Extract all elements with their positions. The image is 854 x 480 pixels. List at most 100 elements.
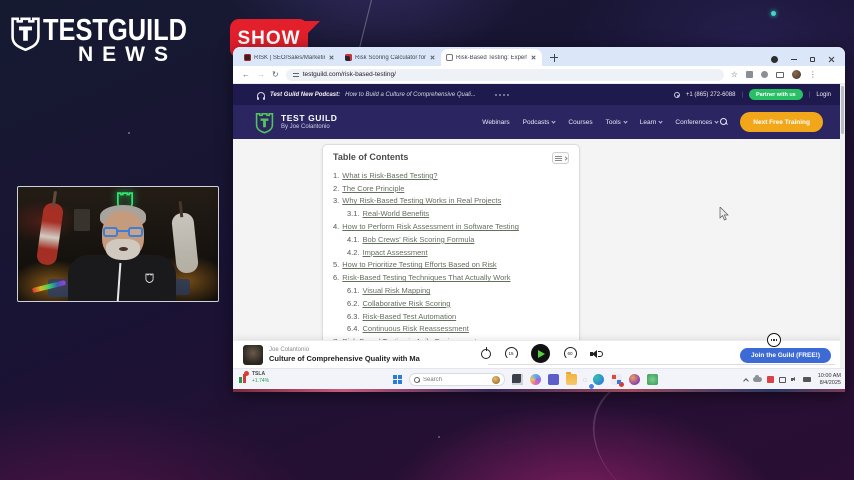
- close-icon[interactable]: [828, 56, 835, 63]
- speaker-icon[interactable]: [790, 376, 798, 383]
- scrollbar-thumb[interactable]: [841, 86, 844, 134]
- toc-item: 3.1. Real-World Benefits: [333, 207, 569, 220]
- search-icon[interactable]: [720, 118, 728, 126]
- extensions-puzzle-icon[interactable]: [760, 71, 768, 78]
- free-training-button[interactable]: Next Free Training: [740, 112, 823, 132]
- task-view-icon[interactable]: [512, 374, 523, 385]
- tab-close-icon[interactable]: [328, 54, 335, 61]
- start-button[interactable]: [393, 375, 402, 384]
- play-button[interactable]: [531, 344, 550, 363]
- side-panel-icon[interactable]: [775, 71, 784, 78]
- toc-link[interactable]: How to Perform Risk Assessment in Softwa…: [342, 222, 519, 231]
- windows-taskbar: TSLA +1.74% Search 10:00 AM 8/4/2025: [233, 368, 845, 389]
- firefox-icon[interactable]: [629, 374, 640, 385]
- nav-item-tools[interactable]: Tools: [606, 119, 628, 126]
- more-options-button[interactable]: [767, 333, 781, 347]
- copilot-icon[interactable]: [530, 374, 541, 385]
- mouse-cursor: [719, 207, 729, 221]
- page-scrollbar[interactable]: [840, 84, 845, 368]
- browser-toolbar: ← → ↻ testguild.com/risk-based-testing/ …: [233, 66, 845, 84]
- chevron-up-icon: [562, 155, 568, 161]
- nav-item-conferences[interactable]: Conferences: [675, 119, 719, 126]
- ticker-change: +1.74%: [252, 378, 270, 384]
- announcement-text[interactable]: How to Build a Culture of Comprehensive …: [345, 92, 476, 98]
- join-guild-button[interactable]: Join the Guild (FREE!): [740, 348, 831, 363]
- site-info-icon[interactable]: [292, 72, 299, 78]
- onedrive-icon[interactable]: [752, 375, 762, 382]
- site-brand: TEST GUILD: [281, 112, 338, 123]
- toc-toggle-button[interactable]: [552, 152, 569, 164]
- maximize-icon[interactable]: [810, 57, 815, 62]
- bookmark-star-icon[interactable]: ☆: [731, 70, 738, 79]
- device-icon[interactable]: [778, 376, 786, 383]
- restart-icon[interactable]: [481, 346, 491, 359]
- edge-icon[interactable]: [593, 374, 604, 385]
- skip-forward-button[interactable]: 60: [563, 347, 577, 360]
- search-daily-icon: [492, 375, 500, 384]
- partner-button[interactable]: Partner with us: [749, 89, 803, 100]
- tray-app-icon[interactable]: [766, 376, 774, 383]
- file-explorer-icon[interactable]: [566, 372, 577, 385]
- toc-item: 5. How to Prioritize Testing Efforts Base…: [333, 259, 569, 272]
- toc-link[interactable]: Risk-Based Testing Techniques That Actua…: [342, 273, 510, 282]
- announcement-label[interactable]: Test Guild New Podcast:: [270, 92, 340, 98]
- toc-link[interactable]: Collaborative Risk Scoring: [363, 299, 451, 308]
- reload-icon[interactable]: ↻: [272, 70, 279, 79]
- tab-title: RISK | SEO/Sales/Marketing: [254, 54, 325, 61]
- podcast-author: Joe Colantonio: [269, 347, 310, 353]
- podcast-player-bar: Joe Colantonio Culture of Comprehensive …: [233, 333, 845, 368]
- tab-favicon-icon: [446, 54, 453, 61]
- photos-icon[interactable]: [647, 374, 658, 385]
- taskbar-clock[interactable]: 10:00 AM 8/4/2025: [818, 373, 841, 386]
- login-link[interactable]: Login: [816, 92, 831, 98]
- battery-icon[interactable]: [802, 377, 811, 382]
- extension-icon[interactable]: [745, 71, 753, 78]
- toc-number: 6.: [333, 273, 340, 283]
- new-tab-button[interactable]: [548, 52, 560, 64]
- nav-item-podcasts[interactable]: Podcasts: [523, 119, 557, 126]
- toc-link[interactable]: Impact Assessment: [363, 248, 428, 257]
- nav-item-courses[interactable]: Courses: [568, 119, 592, 126]
- phone-number[interactable]: +1 (865) 272-6088: [686, 92, 736, 98]
- browser-profile-icon[interactable]: [771, 56, 778, 63]
- toc-link[interactable]: Why Risk-Based Testing Works in Real Pro…: [342, 196, 501, 205]
- taskbar-widget-ticker[interactable]: TSLA +1.74%: [239, 371, 269, 385]
- volume-icon[interactable]: [590, 349, 603, 359]
- chrome-active-indicator[interactable]: [584, 378, 586, 381]
- browser-tab[interactable]: Risk-Based Testing: Expert Guid: [441, 49, 542, 66]
- nav-item-learn[interactable]: Learn: [640, 119, 664, 126]
- app-grid-icon[interactable]: [611, 374, 624, 387]
- toc-number: 6.1.: [347, 286, 360, 296]
- toc-link[interactable]: How to Prioritize Testing Efforts Based …: [342, 260, 496, 269]
- back-icon[interactable]: ←: [242, 70, 250, 79]
- announcement-actions: +1 (865) 272-6088 | Partner with us | Lo…: [673, 89, 831, 100]
- minimize-icon[interactable]: [791, 59, 797, 60]
- avatar[interactable]: [791, 70, 801, 79]
- url-bar[interactable]: testguild.com/risk-based-testing/: [285, 68, 724, 81]
- tab-close-icon[interactable]: [429, 54, 436, 61]
- site-logo[interactable]: TEST GUILD By Joe Colantonio: [255, 111, 338, 134]
- toc-link[interactable]: Risk-Based Test Automation: [363, 312, 457, 321]
- toc-link[interactable]: Real-World Benefits: [363, 209, 430, 218]
- nav-item-webinars[interactable]: Webinars: [482, 119, 509, 126]
- toc-link[interactable]: Visual Risk Mapping: [363, 286, 431, 295]
- tab-close-icon[interactable]: [530, 54, 537, 61]
- chevron-down-icon: [714, 119, 719, 124]
- player-progress-bar[interactable]: [488, 364, 835, 365]
- menu-icon[interactable]: ⋮: [809, 70, 817, 79]
- site-nav: Webinars Podcasts Courses Tools Learn Confere…: [482, 119, 719, 126]
- browser-tab[interactable]: Risk Scoring Calculator for Soft: [340, 49, 441, 66]
- skip-back-button[interactable]: 15: [504, 347, 518, 360]
- toc-link[interactable]: The Core Principle: [342, 184, 404, 193]
- skip-forward-label: 60: [567, 351, 573, 356]
- toc-link[interactable]: What is Risk-Based Testing?: [342, 171, 437, 180]
- taskbar-search[interactable]: [409, 373, 505, 386]
- toc-link[interactable]: Bob Crews' Risk Scoring Formula: [363, 235, 475, 244]
- teams-icon[interactable]: [548, 374, 559, 385]
- forward-icon[interactable]: →: [257, 70, 265, 79]
- toc-link[interactable]: Continuous Risk Reassessment: [363, 324, 469, 333]
- search-input[interactable]: [423, 376, 479, 383]
- toc-item: 4.1. Bob Crews' Risk Scoring Formula: [333, 233, 569, 246]
- browser-tab[interactable]: RISK | SEO/Sales/Marketing: [239, 49, 340, 66]
- tray-expand-icon[interactable]: [742, 377, 749, 384]
